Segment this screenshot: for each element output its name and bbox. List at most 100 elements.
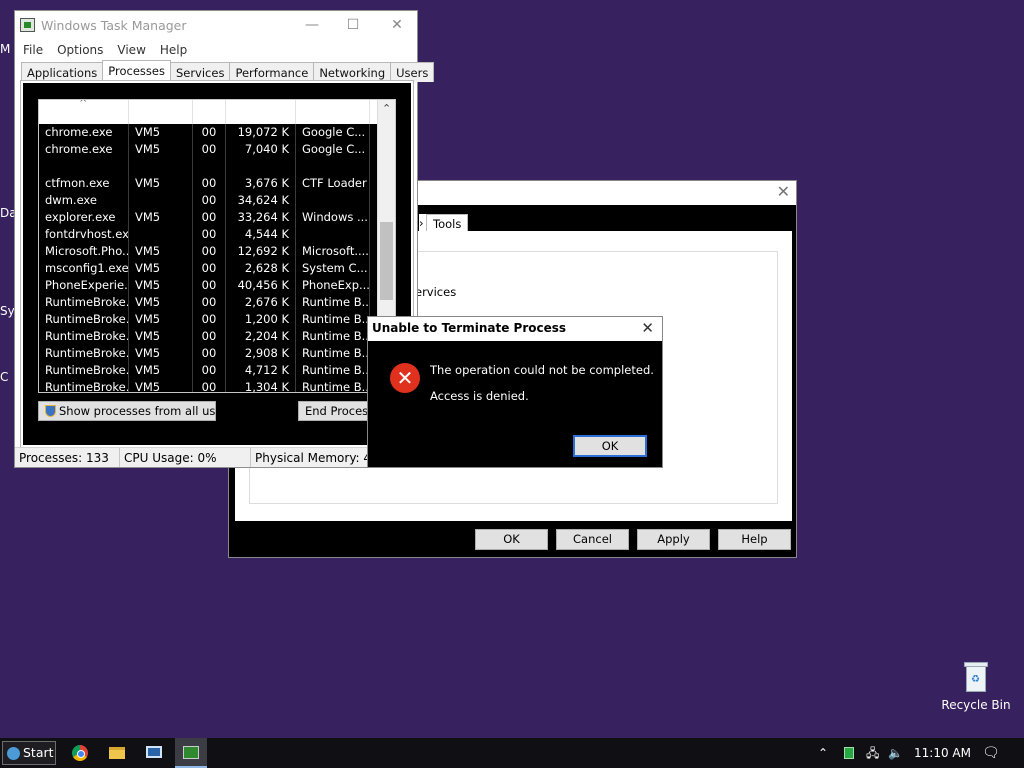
- error-dialog-titlebar[interactable]: Unable to Terminate Process ✕: [368, 317, 662, 341]
- sort-caret-icon: ^: [79, 99, 88, 109]
- desktop-icon-label[interactable]: C: [0, 370, 8, 384]
- column-header-user-name[interactable]: [129, 100, 193, 124]
- description-cell: PhoneExp...: [296, 277, 370, 294]
- start-button[interactable]: Start: [2, 741, 56, 765]
- recycle-bin[interactable]: ♻ Recycle Bin: [940, 662, 1012, 712]
- table-row[interactable]: RuntimeBroke... VM5 00 2,676 K Runtime B...: [39, 294, 395, 311]
- taskbar-system-config[interactable]: [138, 738, 170, 768]
- close-icon[interactable]: ✕: [777, 182, 790, 201]
- process-name-cell: chrome.exe: [39, 141, 129, 158]
- tab-users[interactable]: Users: [390, 62, 435, 82]
- process-name-cell: msconfig1.exe: [39, 260, 129, 277]
- cpu-cell: 00: [193, 192, 226, 209]
- table-row[interactable]: PhoneExperie... VM5 00 40,456 K PhoneExp...: [39, 277, 395, 294]
- column-header-description[interactable]: [296, 100, 370, 124]
- ok-button[interactable]: OK: [475, 529, 548, 550]
- volume-icon[interactable]: 🔈: [888, 738, 903, 768]
- table-row[interactable]: fontdrvhost.exe 00 4,544 K: [39, 226, 395, 243]
- status-cpu-usage: CPU Usage: 0%: [120, 448, 251, 467]
- process-list[interactable]: ^ chrome.exe VM5 00 19,072 K Google C... chro…: [38, 99, 396, 393]
- cpu-cell: 00: [193, 345, 226, 362]
- cpu-cell: 00: [193, 362, 226, 379]
- memory-cell: 33,264 K: [226, 209, 296, 226]
- tab-processes[interactable]: Processes: [102, 60, 171, 82]
- table-row[interactable]: ctfmon.exe VM5 00 3,676 K CTF Loader: [39, 175, 395, 192]
- show-hidden-icons[interactable]: ⌃: [818, 738, 828, 768]
- ok-button[interactable]: OK: [573, 435, 647, 457]
- user-name-cell: VM5: [129, 345, 193, 362]
- scroll-up-icon[interactable]: ⌃: [382, 102, 391, 115]
- network-icon[interactable]: 🖧: [866, 738, 879, 768]
- user-name-cell: [129, 158, 193, 175]
- description-cell: Runtime B...: [296, 311, 370, 328]
- memory-cell: 2,908 K: [226, 345, 296, 362]
- process-name-cell: fontdrvhost.exe: [39, 226, 129, 243]
- taskbar-file-explorer[interactable]: [101, 738, 133, 768]
- menu-options[interactable]: Options: [51, 41, 111, 59]
- table-row[interactable]: RuntimeBroke... VM5 00 1,200 K Runtime B...: [39, 311, 395, 328]
- taskbar-task-manager[interactable]: [175, 738, 207, 768]
- tab-services[interactable]: Services: [169, 62, 231, 82]
- table-row[interactable]: RuntimeBroke... VM5 00 1,304 K Runtime B...: [39, 379, 395, 392]
- process-name-cell: PhoneExperie...: [39, 277, 129, 294]
- cpu-cell: 00: [193, 379, 226, 392]
- cpu-cell: 00: [193, 328, 226, 345]
- windows-orb-icon: [7, 747, 20, 760]
- table-row[interactable]: RuntimeBroke... VM5 00 4,712 K Runtime B...: [39, 362, 395, 379]
- table-row[interactable]: dwm.exe 00 34,624 K: [39, 192, 395, 209]
- table-row[interactable]: Microsoft.Pho... VM5 00 12,692 K Microsoft..…: [39, 243, 395, 260]
- show-all-processes-button[interactable]: Show processes from all users: [38, 401, 216, 421]
- close-icon[interactable]: ✕: [641, 319, 654, 337]
- scrollbar-thumb[interactable]: [380, 222, 393, 300]
- menu-view[interactable]: View: [111, 41, 153, 59]
- menu-bar: File Options View Help: [15, 41, 417, 59]
- menu-help[interactable]: Help: [154, 41, 195, 59]
- minimize-icon[interactable]: —: [301, 15, 323, 35]
- taskbar-chrome[interactable]: [64, 738, 96, 768]
- table-row[interactable]: [39, 158, 395, 175]
- memory-cell: 40,456 K: [226, 277, 296, 294]
- task-manager-icon: [20, 18, 35, 32]
- user-name-cell: [129, 192, 193, 209]
- table-row[interactable]: explorer.exe VM5 00 33,264 K Windows ...: [39, 209, 395, 226]
- tray-app-icon[interactable]: [844, 738, 854, 768]
- tab-performance[interactable]: Performance: [229, 62, 315, 82]
- help-button[interactable]: Help: [718, 529, 791, 550]
- memory-cell: 4,712 K: [226, 362, 296, 379]
- end-process-button[interactable]: End Proces: [298, 401, 370, 421]
- tab-networking[interactable]: Networking: [313, 62, 392, 82]
- clock[interactable]: 11:10 AM: [914, 738, 971, 768]
- cancel-button[interactable]: Cancel: [556, 529, 629, 550]
- memory-cell: 2,628 K: [226, 260, 296, 277]
- memory-cell: [226, 158, 296, 175]
- error-dialog-title: Unable to Terminate Process: [372, 321, 567, 335]
- column-header-memory[interactable]: [226, 100, 296, 124]
- desktop-icon-label[interactable]: Sy: [0, 304, 15, 318]
- task-manager-titlebar[interactable]: Windows Task Manager — ☐ ✕: [15, 11, 417, 41]
- table-row[interactable]: RuntimeBroke... VM5 00 2,908 K Runtime B...: [39, 345, 395, 362]
- user-name-cell: VM5: [129, 260, 193, 277]
- menu-file[interactable]: File: [17, 41, 51, 59]
- table-row[interactable]: chrome.exe VM5 00 19,072 K Google C...: [39, 124, 395, 141]
- process-list-header: ^: [39, 100, 395, 124]
- table-row[interactable]: RuntimeBroke... VM5 00 2,204 K Runtime B...: [39, 328, 395, 345]
- maximize-icon[interactable]: ☐: [342, 15, 364, 35]
- taskbar: Start ⌃ 🖧 🔈 11:10 AM 🗨: [0, 738, 1024, 768]
- error-dialog: Unable to Terminate Process ✕ ✕ The oper…: [367, 316, 663, 468]
- cpu-cell: 00: [193, 141, 226, 158]
- desktop-icon-label[interactable]: M: [0, 42, 10, 56]
- description-cell: CTF Loader: [296, 175, 370, 192]
- tab-applications[interactable]: Applications: [21, 62, 104, 82]
- processes-panel: ^ chrome.exe VM5 00 19,072 K Google C... chro…: [20, 80, 414, 448]
- user-name-cell: VM5: [129, 328, 193, 345]
- apply-button[interactable]: Apply: [637, 529, 710, 550]
- action-center-icon[interactable]: 🗨: [982, 738, 1000, 768]
- error-message: The operation could not be completed.: [430, 363, 654, 377]
- table-row[interactable]: msconfig1.exe VM5 00 2,628 K System C...: [39, 260, 395, 277]
- column-header-cpu[interactable]: [193, 100, 226, 124]
- process-name-cell: RuntimeBroke...: [39, 294, 129, 311]
- file-explorer-icon: [109, 747, 125, 759]
- table-row[interactable]: chrome.exe VM5 00 7,040 K Google C...: [39, 141, 395, 158]
- close-icon[interactable]: ✕: [386, 15, 408, 35]
- process-name-cell: [39, 158, 129, 175]
